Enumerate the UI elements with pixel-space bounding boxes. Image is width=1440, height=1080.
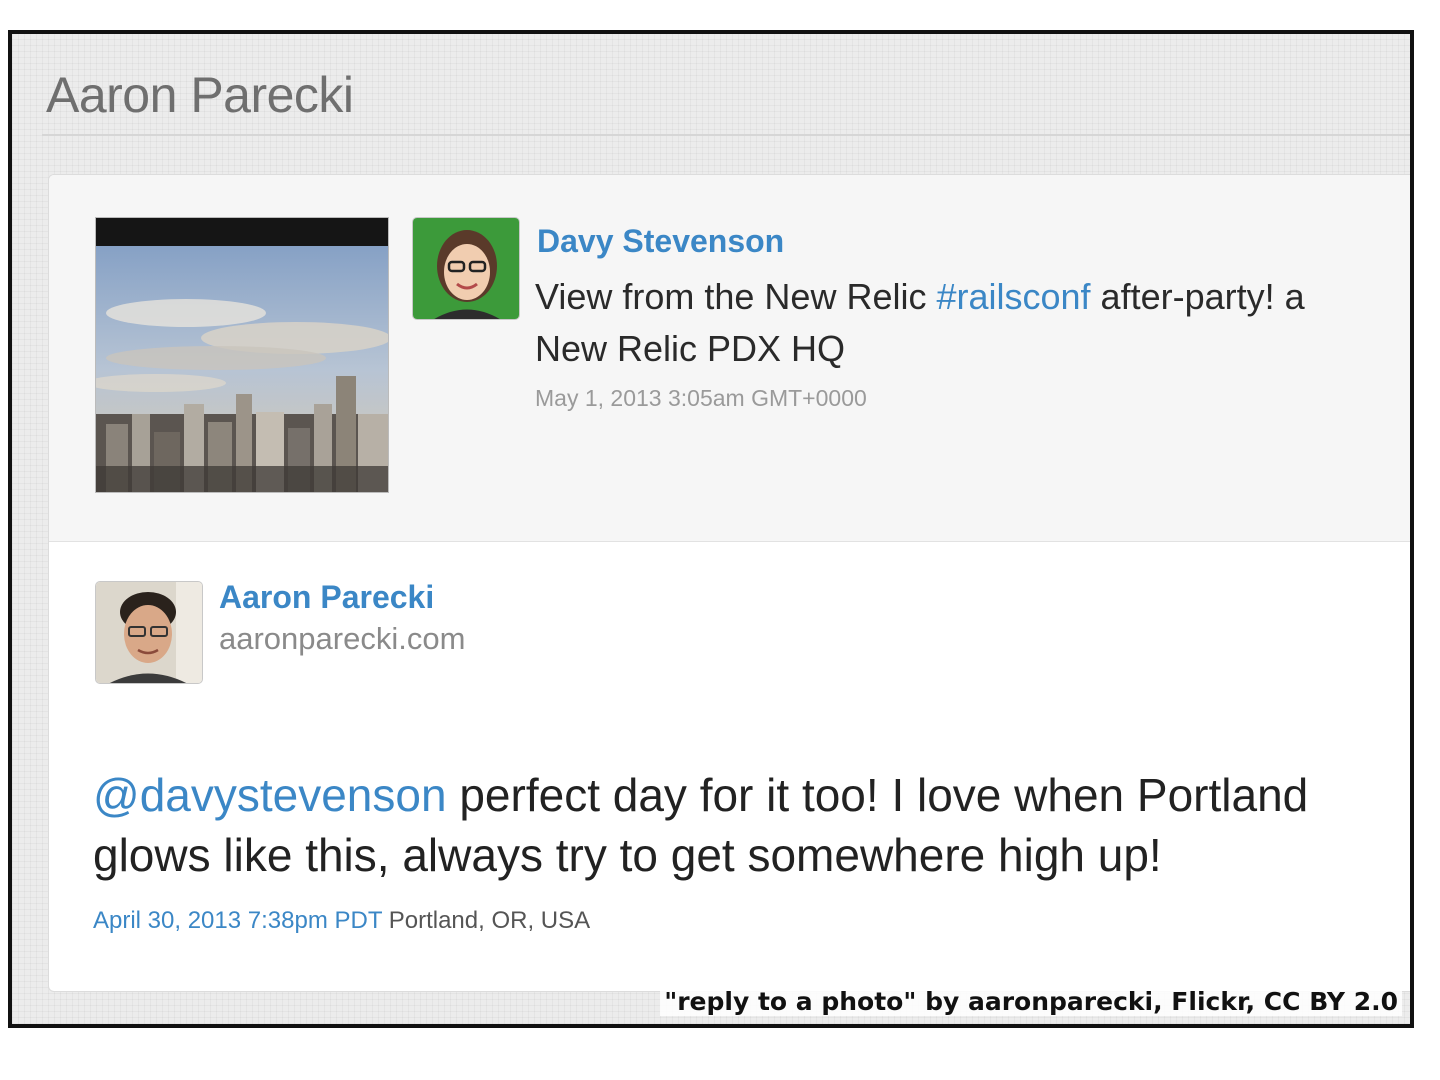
screenshot-frame: Aaron Parecki Davy Stevenson View from t… (8, 30, 1414, 1028)
original-author-name[interactable]: Davy Stevenson (537, 223, 784, 260)
person-avatar-graphic (413, 218, 519, 319)
reply-card: Davy Stevenson View from the New Relic #… (48, 174, 1410, 992)
title-divider (42, 134, 1410, 136)
reply-location: Portland, OR, USA (388, 907, 591, 934)
site-title[interactable]: Aaron Parecki (46, 66, 354, 124)
original-text-start: View from the New Relic (535, 276, 937, 317)
reply-author-name[interactable]: Aaron Parecki (219, 579, 434, 616)
person-avatar-graphic (96, 582, 202, 683)
reply-author-url[interactable]: aaronparecki.com (219, 621, 465, 657)
reply-timestamp[interactable]: April 30, 2013 7:38pm PDT (93, 907, 382, 934)
original-text-end: after-party! a (1090, 276, 1305, 317)
reply-text-line1: perfect day for it too! I love when Port… (446, 769, 1309, 821)
hashtag-link[interactable]: #railsconf (936, 276, 1090, 317)
city-skyline-photo[interactable] (95, 217, 389, 493)
original-text-line2: New Relic PDX HQ (535, 328, 846, 369)
photo-credit: "reply to a photo" by aaronparecki, Flic… (660, 987, 1402, 1016)
original-post-text: View from the New Relic #railsconf after… (535, 271, 1410, 375)
original-post: Davy Stevenson View from the New Relic #… (49, 175, 1410, 542)
reply-text: @davystevenson perfect day for it too! I… (93, 765, 1410, 885)
davy-avatar-icon[interactable] (412, 217, 520, 320)
reply-meta: April 30, 2013 7:38pm PDT Portland, OR, … (93, 907, 590, 935)
photo-graphic (96, 218, 388, 492)
aaron-avatar-icon[interactable] (95, 581, 203, 684)
mention-link[interactable]: @davystevenson (93, 769, 447, 821)
original-timestamp[interactable]: May 1, 2013 3:05am GMT+0000 (535, 385, 867, 412)
reply-text-line2: glows like this, always try to get somew… (93, 829, 1162, 881)
